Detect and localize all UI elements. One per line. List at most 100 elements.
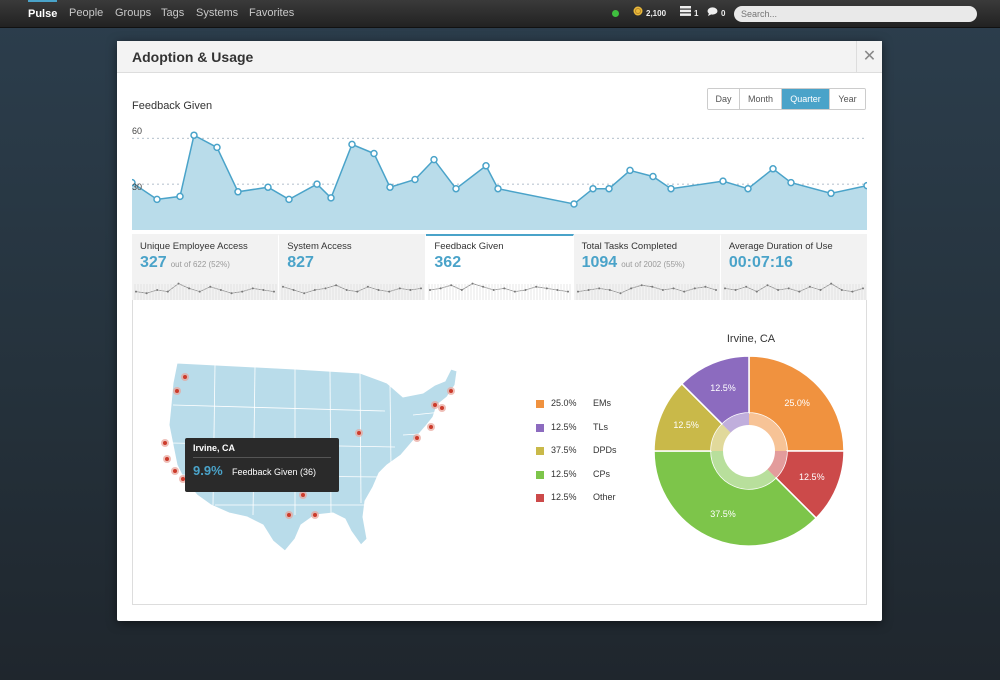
spark-point [787, 287, 790, 290]
tooltip-divider [193, 457, 331, 458]
legend-percentage: 12.5% [551, 421, 577, 432]
spark-point [262, 289, 265, 291]
tile-subtext: out of 2002 (55%) [621, 260, 685, 269]
adoption-usage-modal: Adoption & Usage ✕ Feedback Given Day Mo… [117, 41, 882, 621]
legend-label: Other [593, 492, 616, 502]
time-range-selector: Day Month Quarter Year [707, 88, 866, 110]
data-point [719, 177, 727, 185]
legend-row[interactable]: 25.0% EMs [536, 397, 636, 421]
spark-point [776, 289, 779, 291]
spark-point [135, 290, 137, 293]
range-year-button[interactable]: Year [830, 89, 865, 109]
legend-row[interactable]: 37.5% DPDs [536, 444, 636, 468]
data-point [190, 131, 198, 139]
tile-label: Average Duration of Use [728, 241, 833, 252]
nav-groups[interactable]: Groups [115, 0, 151, 28]
data-point [430, 155, 438, 164]
sparkline [134, 282, 277, 300]
spark-point [388, 290, 391, 293]
spark-point [704, 285, 707, 288]
range-quarter-button[interactable]: Quarter [782, 89, 830, 109]
legend-swatch [536, 400, 544, 408]
nav-pulse[interactable]: Pulse [28, 0, 58, 28]
spark-point [682, 290, 685, 293]
spark-point [723, 287, 726, 290]
points-stat[interactable]: 2,100 [633, 0, 666, 28]
legend-swatch [536, 470, 544, 479]
messages-stat[interactable]: 0 [707, 0, 725, 28]
range-month-button[interactable]: Month [740, 89, 782, 109]
sparkline [429, 282, 571, 300]
spark-point [567, 290, 570, 293]
tile-value: 362 [434, 254, 461, 272]
data-point [370, 149, 378, 158]
spark-point [314, 289, 317, 291]
legend-row[interactable]: 12.5% Other [536, 491, 636, 515]
legend-label: CPs [593, 468, 611, 479]
slice-label: 12.5% [673, 420, 699, 430]
spark-point [608, 289, 611, 291]
data-point [787, 178, 795, 187]
spark-point [745, 285, 748, 288]
nav-systems[interactable]: Systems [196, 0, 238, 28]
tooltip-text: Feedback Given (36) [232, 467, 317, 477]
sparkline [281, 284, 424, 300]
map-tooltip: Irvine, CA 9.9% Feedback Given (36) [185, 438, 339, 492]
tile-label: Unique Employee Access [140, 241, 248, 252]
tile-number: 327 [140, 254, 167, 271]
search-input[interactable] [734, 6, 977, 22]
data-point [626, 166, 634, 175]
nav-favorites[interactable]: Favorites [249, 0, 294, 28]
messages-value: 0 [721, 9, 726, 19]
legend-row[interactable]: 12.5% CPs [536, 468, 636, 492]
spark-point [493, 289, 496, 291]
legend-label: TLs [593, 421, 609, 432]
spark-point [546, 287, 549, 290]
y-tick-label: 30 [132, 182, 143, 193]
tile-system-access[interactable]: System Access 827 [279, 234, 427, 300]
data-point [769, 165, 777, 173]
tile-value: 00:07:16 [729, 254, 793, 272]
spark-point [851, 290, 854, 293]
nav-tags[interactable]: Tags [161, 0, 184, 28]
spark-point [198, 290, 201, 293]
slice-label: 37.5% [710, 509, 736, 519]
nav-people[interactable]: People [69, 0, 103, 28]
spark-point [420, 287, 423, 290]
legend-swatch [536, 494, 544, 502]
spark-point [840, 289, 843, 291]
legend-percentage: 25.0% [551, 398, 577, 408]
tile-feedback-given[interactable]: Feedback Given 362 [426, 234, 574, 300]
tile-subtext: out of 622 (52%) [170, 260, 230, 269]
tile-total-tasks-completed[interactable]: Total Tasks Completed 1094 out of 2002 (5… [573, 234, 721, 300]
spark-point [808, 285, 811, 288]
close-icon[interactable]: ✕ [856, 41, 882, 73]
coin-icon [633, 0, 643, 28]
spark-point [241, 290, 244, 293]
spark-point [755, 290, 758, 293]
data-point [605, 184, 613, 193]
tile-number: 1094 [581, 254, 618, 271]
data-point [313, 180, 321, 188]
data-point [482, 162, 490, 170]
points-value: 2,100 [646, 9, 667, 19]
legend-label: EMs [593, 398, 611, 408]
spark-point [587, 289, 590, 291]
spark-point [324, 287, 327, 290]
data-point [348, 140, 356, 149]
legend-row[interactable]: 12.5% TLs [536, 421, 636, 445]
pie-title: Irvine, CA [726, 333, 776, 345]
online-status-icon [612, 10, 619, 17]
spark-point [556, 289, 559, 291]
tile-average-duration[interactable]: Average Duration of Use 00:07:16 [720, 234, 868, 300]
range-day-button[interactable]: Day [708, 89, 740, 109]
tile-unique-employee-access[interactable]: Unique Employee Access 327 out of 622 (52… [132, 234, 280, 300]
top-navbar: Pulse People Groups Tags Systems Favorit… [0, 0, 1000, 28]
spark-point [273, 290, 275, 293]
data-point [327, 194, 335, 202]
spark-point [345, 289, 348, 291]
chart-title: Feedback Given [132, 100, 213, 112]
legend-label: DPDs [593, 445, 617, 455]
stack-stat[interactable]: 1 [680, 0, 698, 28]
data-point [386, 183, 394, 191]
